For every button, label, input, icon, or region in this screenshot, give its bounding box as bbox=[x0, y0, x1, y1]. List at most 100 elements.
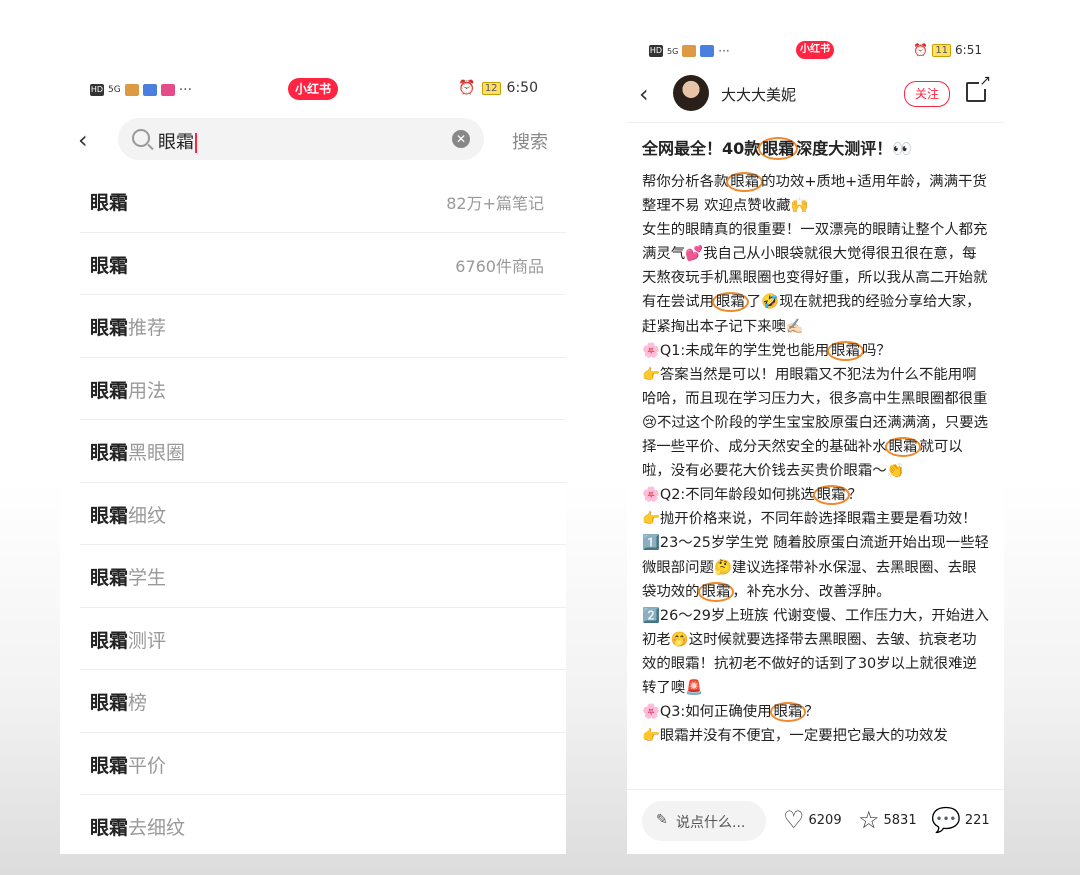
note-paragraph: 🌸Q3:如何正确使用 眼霜？ bbox=[642, 702, 819, 723]
text-caret bbox=[195, 133, 197, 153]
alarm-icon: ⏰ bbox=[458, 80, 476, 96]
status-right: ⏰ 12 6:50 bbox=[458, 80, 538, 96]
search-value: 眼霜 bbox=[158, 128, 197, 154]
app-icon bbox=[700, 45, 715, 57]
suggestion-keyword: 眼霜黑眼圈 bbox=[90, 442, 186, 464]
suggestion-keyword: 眼霜细纹 bbox=[90, 504, 167, 527]
app-icon bbox=[142, 84, 157, 96]
search-input[interactable]: 眼霜 ✕ bbox=[118, 118, 484, 160]
suggestion-keyword: 眼霜榜 bbox=[90, 692, 148, 714]
share-icon[interactable] bbox=[966, 73, 991, 102]
note-body: 全网最全！40款 眼霜 深度大测评！👀 帮你分析各款 眼霜 的功效+质地+适用年龄，满满… bbox=[642, 136, 990, 790]
highlight-circle: 眼霜 bbox=[884, 437, 922, 458]
collect-count: 5831 bbox=[883, 812, 917, 828]
highlight-circle: 眼霜 bbox=[726, 172, 764, 192]
note-paragraph: 👉抛开价格来说，不同年龄选择眼霜主要是看功效！ bbox=[642, 511, 977, 528]
suggestion-meta: 6760件商品 bbox=[455, 256, 544, 276]
suggestion-item[interactable]: 眼霜平价 bbox=[80, 733, 566, 795]
alarm-icon: ⏰ bbox=[913, 43, 929, 57]
suggestion-item[interactable]: 眼霜测评 bbox=[80, 608, 566, 670]
suggestion-keyword: 眼霜测评 bbox=[90, 629, 167, 652]
follow-button[interactable]: 关注 bbox=[904, 81, 950, 107]
suggestion-item[interactable]: 眼霜黑眼圈 bbox=[80, 420, 566, 483]
highlight-circle: 眼霜 bbox=[812, 485, 850, 506]
search-icon bbox=[132, 129, 150, 147]
suggestion-keyword: 眼霜推荐 bbox=[90, 317, 167, 339]
hd-icon: HD bbox=[90, 84, 104, 96]
status-icons: HD 5G ··· bbox=[90, 82, 192, 98]
note-paragraph: 2️⃣26～29岁上班族 代谢变慢、工作压力大，开始进入初老🤭这时候就要选择带去… bbox=[642, 607, 989, 696]
status-bar: HD 5G ··· 小红书 ⏰ 11 6:51 bbox=[627, 36, 1004, 66]
note-paragraph: 🌸Q1:未成年的学生党也能用 眼霜 吗？ bbox=[642, 340, 891, 361]
avatar[interactable] bbox=[673, 75, 709, 111]
back-icon[interactable]: ‹ bbox=[78, 126, 88, 154]
highlight-circle: 眼霜 bbox=[769, 702, 807, 723]
status-time: 6:51 bbox=[955, 43, 982, 57]
star-icon: ☆ bbox=[858, 806, 880, 834]
comment-count: 221 bbox=[964, 812, 990, 828]
suggestion-item[interactable]: 眼霜榜 bbox=[80, 670, 566, 733]
brand-badge: 小红书 bbox=[796, 41, 834, 59]
comment-icon: 💬 bbox=[931, 806, 961, 834]
suggestion-item[interactable]: 眼霜学生 bbox=[80, 545, 566, 608]
status-bar: HD 5G ··· 小红书 ⏰ 12 6:50 bbox=[60, 70, 566, 108]
note-paragraph: 女生的眼睛真的很重要！一双漂亮的眼睛让整个人都充满灵气💕我自己从小眼袋就很大觉得… bbox=[642, 222, 988, 335]
suggestion-item[interactable]: 眼霜 6760件商品 bbox=[80, 233, 566, 295]
more-icon: ··· bbox=[178, 82, 193, 98]
highlight-circle: 眼霜 bbox=[711, 292, 749, 313]
suggestion-keyword: 眼霜 bbox=[90, 192, 129, 214]
status-right: ⏰ 11 6:51 bbox=[913, 43, 982, 57]
bottom-bar: ✎ 说点什么... ♡ 6209 ☆ 5831 💬 221 bbox=[627, 789, 1004, 854]
brand-badge: 小红书 bbox=[288, 78, 338, 100]
suggestion-keyword: 眼霜 bbox=[90, 254, 129, 277]
highlight-circle: 眼霜 bbox=[697, 581, 735, 602]
suggestion-keyword: 眼霜用法 bbox=[90, 379, 167, 402]
hd-icon: HD bbox=[649, 45, 663, 57]
note-paragraph: 👉眼霜并没有不便宜，一定要把它最大的功效发 bbox=[642, 728, 948, 745]
pen-icon: ✎ bbox=[656, 812, 668, 828]
suggestion-item[interactable]: 眼霜用法 bbox=[80, 358, 566, 420]
highlight-circle: 眼霜 bbox=[827, 340, 864, 361]
suggestion-meta: 82万+篇笔记 bbox=[446, 194, 544, 213]
network-label: 5G bbox=[108, 85, 121, 95]
right-screen: HD 5G ··· 小红书 ⏰ 11 6:51 ‹ 大大大美妮 关注 全网最全！… bbox=[627, 36, 1004, 854]
collect-button[interactable]: ☆ 5831 bbox=[858, 808, 917, 832]
note-title: 全网最全！40款 眼霜 深度大测评！👀 bbox=[642, 137, 913, 160]
suggestion-list: 眼霜 82万+篇笔记 眼霜 6760件商品 眼霜推荐 眼霜用法 眼霜黑眼圈 眼霜细纹 眼霜学生眼… bbox=[60, 170, 566, 854]
left-screen: HD 5G ··· 小红书 ⏰ 12 6:50 ‹ 眼霜 ✕ 搜索 眼霜 82万+… bbox=[60, 70, 566, 854]
note-paragraph: 🌸Q2:不同年龄段如何挑选 眼霜？ bbox=[642, 485, 862, 506]
suggestion-item[interactable]: 眼霜 82万+篇笔记 bbox=[80, 170, 566, 233]
search-button[interactable]: 搜索 bbox=[512, 128, 548, 154]
network-label: 5G bbox=[667, 46, 679, 56]
back-icon[interactable]: ‹ bbox=[639, 80, 649, 108]
note-paragraph: 帮你分析各款 眼霜 的功效+质地+适用年龄，满满干货整理不易 欢迎点赞收藏🙌 bbox=[642, 172, 987, 215]
note-content: 帮你分析各款 眼霜 的功效+质地+适用年龄，满满干货整理不易 欢迎点赞收藏🙌 女生的眼… bbox=[642, 170, 990, 748]
battery-level: 12 bbox=[481, 81, 501, 95]
author-name[interactable]: 大大大美妮 bbox=[721, 84, 796, 105]
comment-input[interactable]: ✎ 说点什么... bbox=[642, 801, 766, 841]
app-icon bbox=[124, 84, 139, 96]
note-paragraph: 1️⃣23～25岁学生党 随着胶原蛋白流逝开始出现一些轻微眼部问题🤔建议选择带补… bbox=[642, 535, 989, 602]
heart-icon: ♡ bbox=[783, 806, 805, 834]
comment-placeholder: 说点什么... bbox=[676, 815, 746, 831]
note-paragraph: 👉答案当然是可以！用眼霜又不犯法为什么不能用啊哈哈，而且现在学习压力大，很多高中… bbox=[642, 366, 988, 480]
app-icon bbox=[682, 45, 697, 57]
more-icon: ··· bbox=[718, 44, 730, 58]
status-time: 6:50 bbox=[506, 80, 538, 96]
battery-level: 11 bbox=[932, 43, 952, 57]
note-header: ‹ 大大大美妮 关注 bbox=[627, 72, 1004, 123]
suggestion-keyword: 眼霜去细纹 bbox=[90, 817, 186, 839]
like-button[interactable]: ♡ 6209 bbox=[783, 808, 842, 832]
search-row: ‹ 眼霜 ✕ 搜索 bbox=[60, 118, 566, 160]
suggestion-keyword: 眼霜平价 bbox=[90, 754, 167, 777]
suggestion-keyword: 眼霜学生 bbox=[90, 567, 167, 589]
app-icon bbox=[160, 84, 175, 96]
highlight-circle: 眼霜 bbox=[758, 137, 799, 160]
clear-icon[interactable]: ✕ bbox=[452, 130, 470, 148]
like-count: 6209 bbox=[808, 812, 842, 828]
status-icons: HD 5G ··· bbox=[649, 44, 730, 58]
comment-button[interactable]: 💬 221 bbox=[931, 808, 990, 832]
suggestion-item[interactable]: 眼霜去细纹 bbox=[80, 795, 566, 854]
suggestion-item[interactable]: 眼霜推荐 bbox=[80, 295, 566, 358]
suggestion-item[interactable]: 眼霜细纹 bbox=[80, 483, 566, 545]
